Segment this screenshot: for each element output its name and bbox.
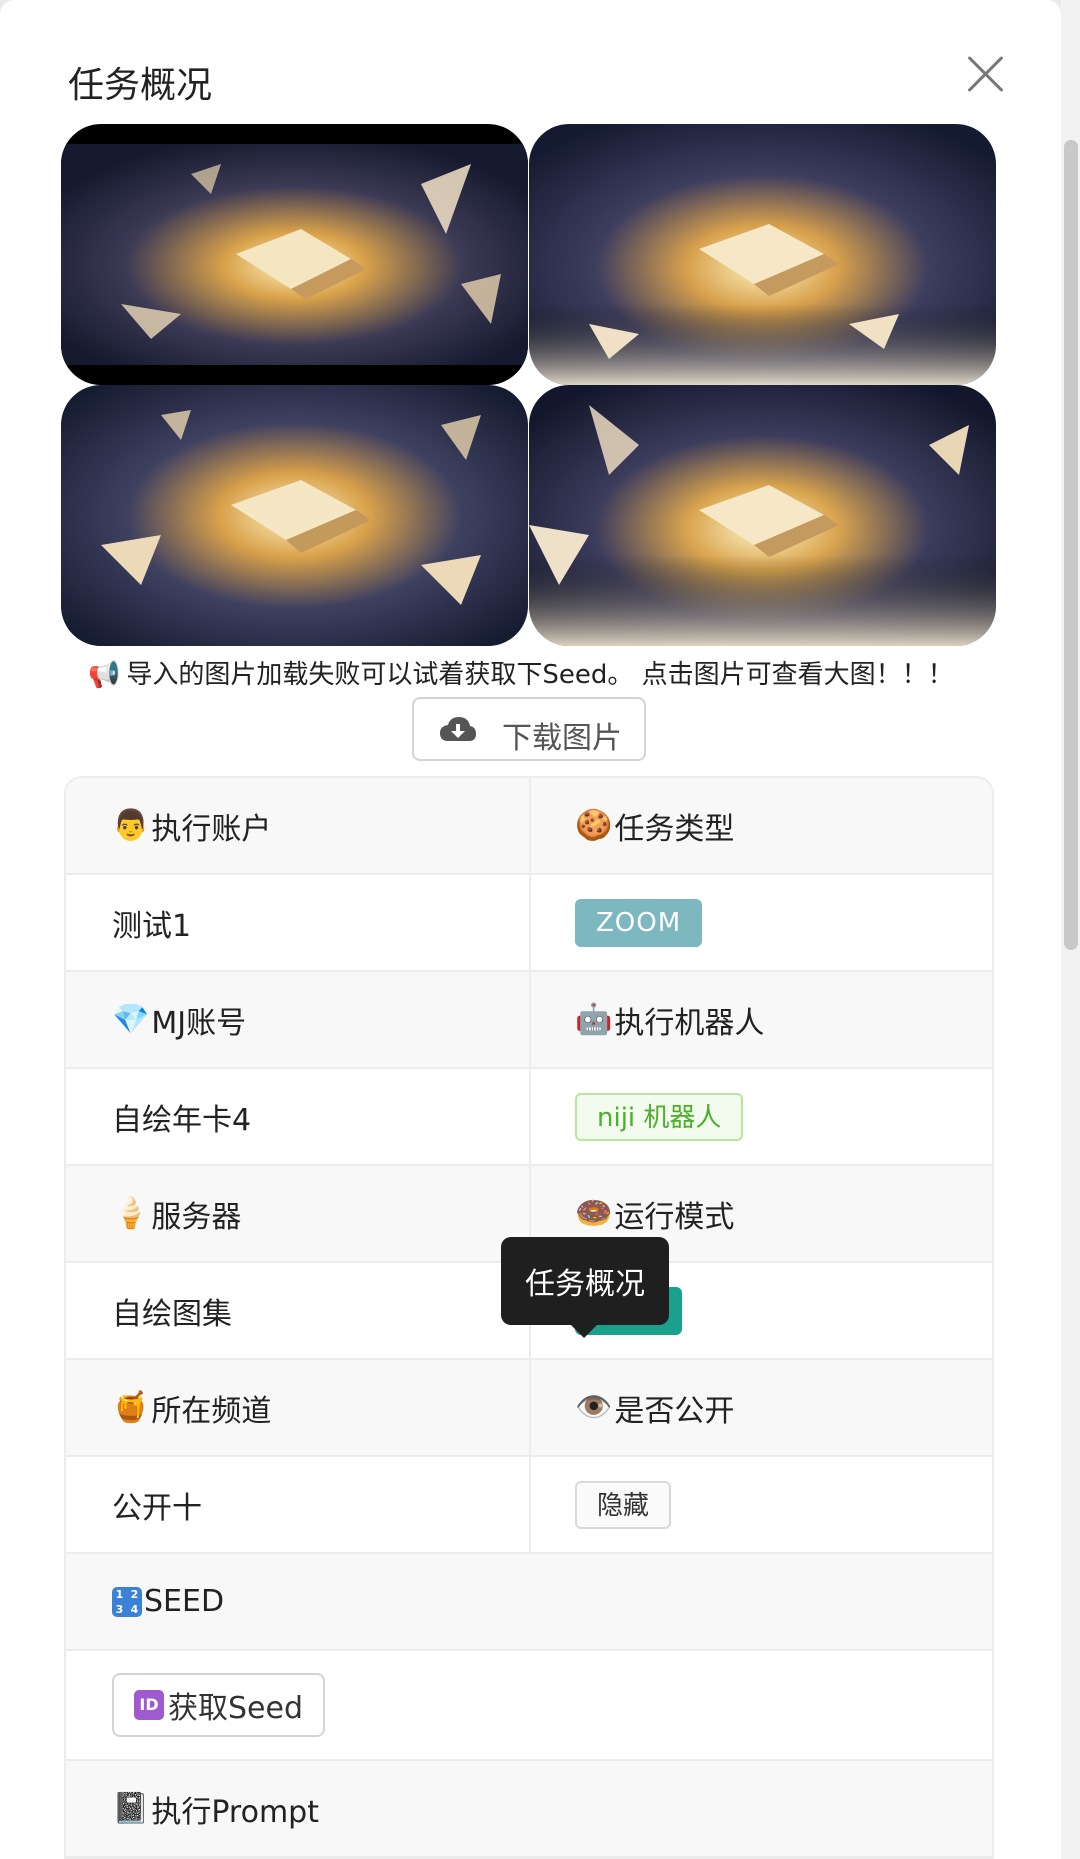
table-row: 🍯 所在频道 👁️ 是否公开 bbox=[66, 1360, 992, 1457]
value-task-type: ZOOM bbox=[531, 875, 992, 970]
input-numbers-icon: 1234 bbox=[112, 1586, 142, 1617]
grid-image-2[interactable] bbox=[529, 124, 996, 385]
eye-icon: 👁️ bbox=[575, 1390, 613, 1425]
header-task-type: 🍪 任务类型 bbox=[531, 778, 992, 873]
seed-cell: ID 获取Seed bbox=[66, 1651, 992, 1759]
table-row: 📓 执行Prompt bbox=[66, 1761, 992, 1858]
header-label: 执行机器人 bbox=[614, 1005, 765, 1041]
table-row: 测试1 ZOOM bbox=[66, 875, 992, 972]
cookie-icon: 🍪 bbox=[575, 808, 613, 843]
dialog-title: 任务概况 bbox=[68, 65, 213, 106]
grid-image-1[interactable] bbox=[61, 124, 528, 385]
value-server: 自绘图集 bbox=[66, 1263, 531, 1358]
task-overview-dialog: 任务概况 📢 导入的图片加载失败可以试着获取下Seed。 点击图片可查看大图！！… bbox=[0, 0, 1061, 1859]
header-seed: 1 2 3 4 SEED bbox=[66, 1554, 992, 1649]
donut-icon: 🍩 bbox=[575, 1196, 613, 1231]
value-channel: 公开十 bbox=[66, 1457, 531, 1552]
value-public: 隐藏 bbox=[531, 1457, 992, 1552]
notebook-icon: 📓 bbox=[112, 1791, 150, 1826]
table-row: 💎 MJ账号 🤖 执行机器人 bbox=[66, 972, 992, 1069]
header-mj-account: 💎 MJ账号 bbox=[66, 972, 531, 1067]
tooltip-arrow bbox=[570, 1324, 598, 1338]
tooltip: 任务概况 bbox=[501, 1237, 669, 1325]
table-row: 👨 执行账户 🍪 任务类型 bbox=[66, 778, 992, 875]
ice-cream-icon: 🍦 bbox=[112, 1196, 150, 1231]
bot-tag: niji 机器人 bbox=[575, 1092, 744, 1141]
header-label: 是否公开 bbox=[614, 1393, 735, 1429]
header-label: 运行模式 bbox=[614, 1199, 735, 1235]
header-public: 👁️ 是否公开 bbox=[531, 1360, 992, 1455]
value-mj-account: 自绘年卡4 bbox=[66, 1069, 531, 1164]
header-server: 🍦 服务器 bbox=[66, 1166, 531, 1261]
notice-text: 📢 导入的图片加载失败可以试着获取下Seed。 点击图片可查看大图！！！ bbox=[88, 654, 954, 691]
download-button-label: 下载图片 bbox=[502, 721, 622, 756]
value-executing-bot: niji 机器人 bbox=[531, 1069, 992, 1164]
header-executing-account: 👨 执行账户 bbox=[66, 778, 531, 873]
header-label: 服务器 bbox=[151, 1199, 242, 1235]
scrollbar-thumb[interactable] bbox=[1064, 140, 1078, 950]
header-label: 执行账户 bbox=[151, 811, 272, 847]
header-label: 所在频道 bbox=[151, 1393, 272, 1429]
robot-icon: 🤖 bbox=[575, 1002, 613, 1037]
table-row: 公开十 隐藏 bbox=[66, 1457, 992, 1554]
id-icon: ID bbox=[134, 1690, 164, 1720]
notice-message: 导入的图片加载失败可以试着获取下Seed。 点击图片可查看大图！！！ bbox=[126, 660, 954, 690]
task-type-tag: ZOOM bbox=[575, 898, 703, 947]
header-channel: 🍯 所在频道 bbox=[66, 1360, 531, 1455]
grid-image-4[interactable] bbox=[529, 385, 996, 646]
close-icon[interactable] bbox=[960, 48, 1012, 100]
header-label: SEED bbox=[144, 1584, 225, 1619]
honey-pot-icon: 🍯 bbox=[112, 1390, 150, 1425]
cloud-download-icon bbox=[440, 717, 476, 741]
value-executing-account: 测试1 bbox=[66, 875, 531, 970]
megaphone-icon: 📢 bbox=[88, 660, 121, 690]
header-label: 执行Prompt bbox=[151, 1794, 319, 1830]
visibility-tag: 隐藏 bbox=[575, 1480, 672, 1529]
get-seed-label: 获取Seed bbox=[168, 1691, 303, 1726]
table-row: 自绘年卡4 niji 机器人 bbox=[66, 1069, 992, 1166]
header-label: MJ账号 bbox=[151, 1005, 247, 1041]
download-image-button[interactable]: 下载图片 bbox=[412, 697, 646, 761]
table-row: 1 2 3 4 SEED bbox=[66, 1554, 992, 1651]
gem-icon: 💎 bbox=[112, 1002, 150, 1037]
header-label: 任务类型 bbox=[614, 811, 735, 847]
table-row: ID 获取Seed bbox=[66, 1651, 992, 1761]
get-seed-button[interactable]: ID 获取Seed bbox=[112, 1673, 325, 1737]
man-icon: 👨 bbox=[112, 808, 150, 843]
header-executing-bot: 🤖 执行机器人 bbox=[531, 972, 992, 1067]
header-prompt: 📓 执行Prompt bbox=[66, 1761, 992, 1856]
grid-image-3[interactable] bbox=[61, 385, 528, 646]
